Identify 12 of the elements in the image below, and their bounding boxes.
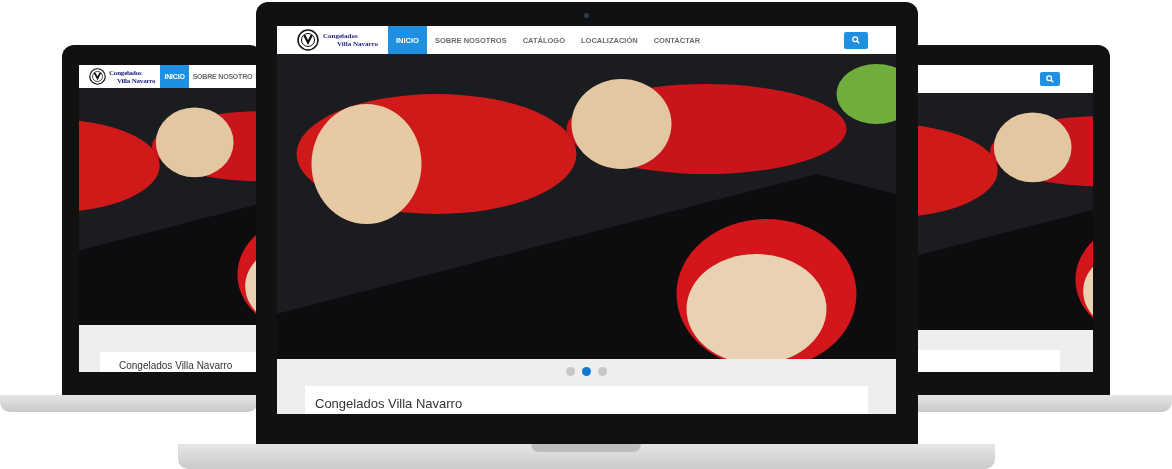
search-button[interactable] xyxy=(1040,72,1060,86)
logo-emblem-icon xyxy=(89,68,106,85)
camera-icon xyxy=(584,13,589,18)
slider-dot[interactable] xyxy=(582,367,591,376)
logo-emblem-icon xyxy=(297,29,319,51)
search-icon xyxy=(852,36,860,44)
card-title: Congelados Villa Navarro xyxy=(119,360,234,371)
search-button[interactable] xyxy=(844,31,868,49)
search-icon xyxy=(1046,75,1054,83)
card-title: Congelados Villa Navarro xyxy=(315,396,464,411)
slider-dot[interactable] xyxy=(598,367,607,376)
slider-dot[interactable] xyxy=(566,367,575,376)
